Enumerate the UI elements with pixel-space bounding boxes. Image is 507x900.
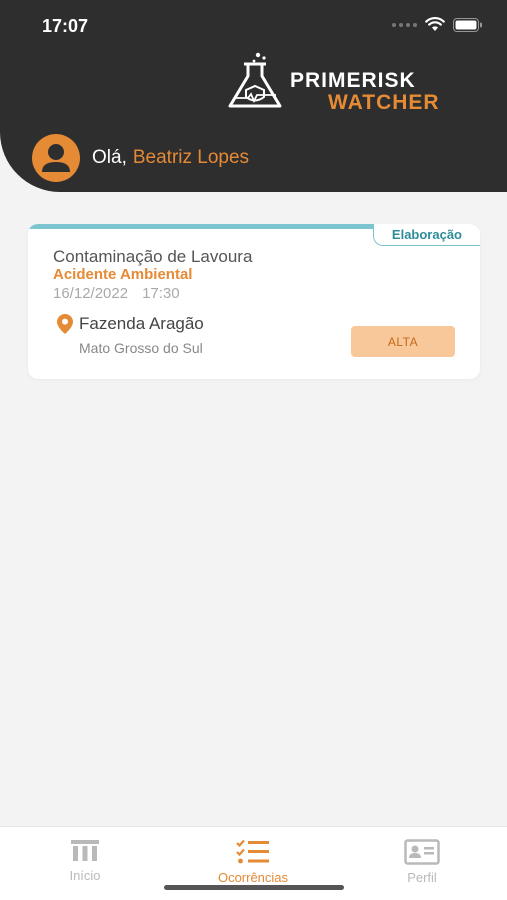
brand-risk: RISK <box>361 69 416 92</box>
greeting-hello: Olá, <box>92 147 127 168</box>
status-badge: Elaboração <box>372 224 480 246</box>
brand-logo: PRIMERISK WATCHER <box>224 50 464 113</box>
nav-label-inicio: Início <box>69 868 101 883</box>
wifi-icon <box>425 17 445 32</box>
priority-badge[interactable]: ALTA <box>351 326 455 357</box>
app-header: 17:07 PRIMERISK WATCHER Olá, Beatriz Lop… <box>0 0 507 192</box>
status-bar: 17:07 <box>0 0 507 50</box>
location-name: Fazenda Aragão <box>79 314 204 333</box>
battery-icon <box>453 17 483 32</box>
nav-item-ocorrencias[interactable]: Ocorrências <box>193 839 313 885</box>
occurrence-time: 17:30 <box>142 285 180 302</box>
status-time: 17:07 <box>42 16 89 36</box>
user-icon <box>42 144 70 172</box>
brand-watcher: WATCHER <box>328 91 440 114</box>
location-row: Fazenda Aragão <box>57 314 204 334</box>
nav-label-ocorrencias: Ocorrências <box>217 870 289 885</box>
location-region: Mato Grosso do Sul <box>79 340 203 356</box>
occurrence-date: 16/12/2022 <box>53 285 129 302</box>
brand-wordmark: PRIMERISK WATCHER <box>290 70 440 113</box>
map-pin-icon <box>57 314 73 334</box>
flask-icon <box>228 52 282 108</box>
signal-icon <box>392 22 417 27</box>
home-indicator <box>164 885 344 890</box>
id-card-icon <box>404 839 440 865</box>
avatar[interactable] <box>32 134 80 182</box>
occurrence-card[interactable]: Elaboração Contaminação de Lavoura Acide… <box>28 224 480 379</box>
status-icons <box>392 17 483 32</box>
occurrence-datetime: 16/12/2022 17:30 <box>53 285 180 302</box>
checklist-icon <box>236 839 269 864</box>
greeting: Olá, Beatriz Lopes <box>32 134 249 182</box>
occurrence-title: Contaminação de Lavoura <box>53 247 253 266</box>
brand-prime: PRIME <box>290 69 362 92</box>
building-icon <box>71 840 99 861</box>
user-name: Beatriz Lopes <box>132 147 250 168</box>
occurrence-type: Acidente Ambiental <box>53 266 193 283</box>
nav-label-perfil: Perfil <box>407 870 437 885</box>
nav-item-inicio[interactable]: Início <box>25 839 145 883</box>
nav-item-perfil[interactable]: Perfil <box>362 839 482 885</box>
